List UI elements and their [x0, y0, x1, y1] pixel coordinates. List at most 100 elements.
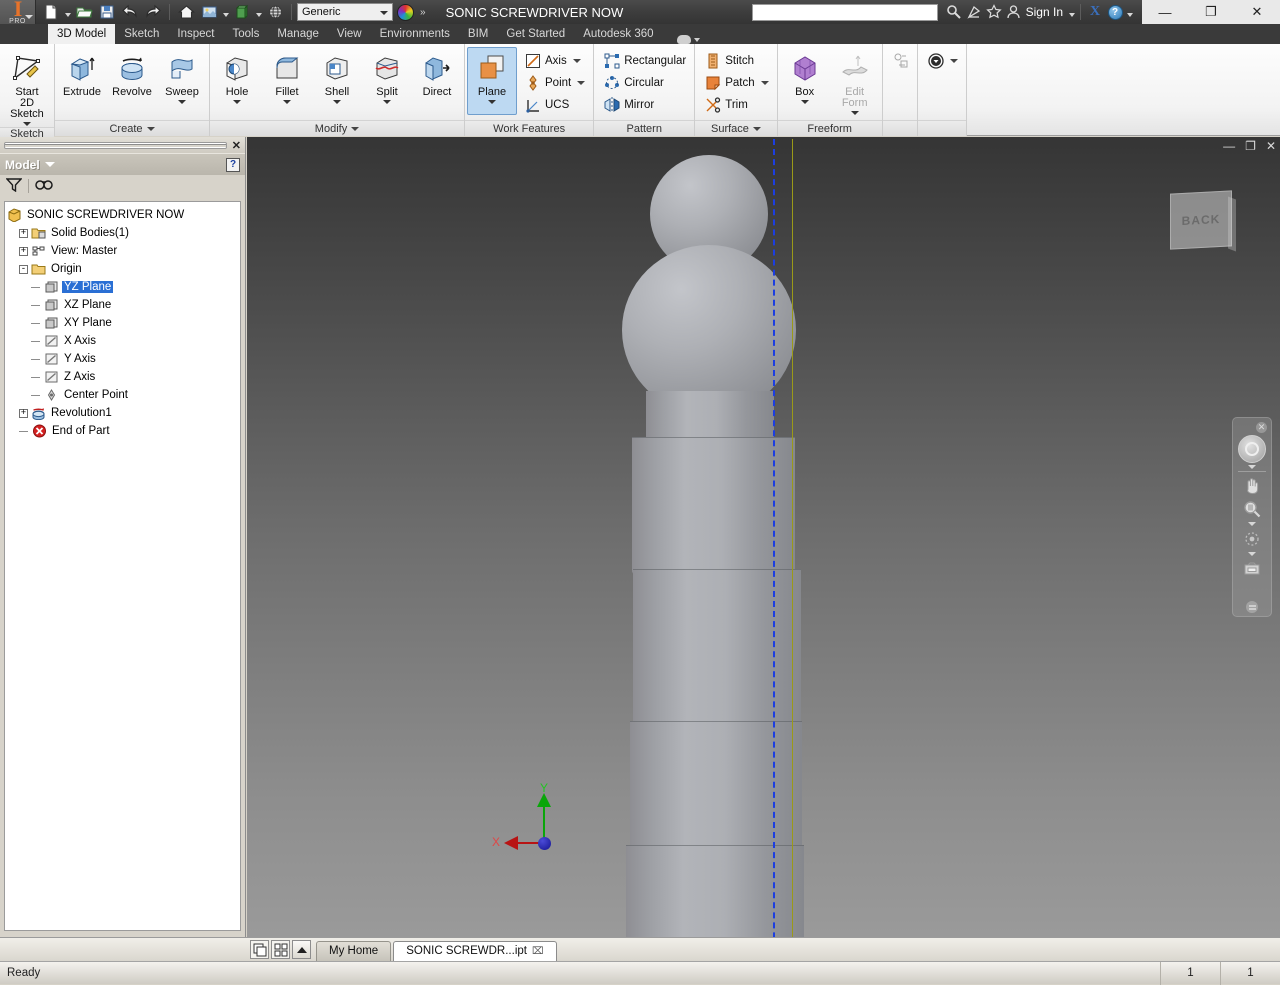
tree-item-revolution1[interactable]: + Revolution1 — [7, 404, 238, 422]
ribbon-button-mirror[interactable]: Mirror — [600, 94, 690, 116]
sign-in-chevron-icon[interactable] — [1067, 2, 1076, 23]
document-close-button[interactable]: ✕ — [1266, 139, 1276, 153]
sign-in-button[interactable]: Sign In — [1026, 5, 1063, 19]
home-icon[interactable] — [175, 2, 197, 23]
orbit-chevron-icon[interactable] — [1248, 552, 1256, 556]
ribbon-tab-3d-model[interactable]: 3D Model — [48, 24, 116, 44]
chevron-down-icon[interactable] — [850, 111, 859, 115]
close-icon[interactable]: ⌧ — [532, 946, 544, 957]
chevron-down-icon[interactable] — [800, 100, 809, 104]
filter-icon[interactable] — [5, 177, 23, 195]
appearance-icon[interactable] — [198, 2, 220, 23]
nav-menu-icon[interactable] — [1246, 601, 1258, 613]
user-avatar-icon[interactable] — [1004, 2, 1024, 22]
ribbon-tab-inspect[interactable]: Inspect — [168, 24, 223, 44]
chevron-down-icon[interactable] — [23, 122, 31, 126]
autodesk-exchange-icon[interactable]: X — [1085, 2, 1105, 22]
navbar-close-button[interactable]: ✕ — [1256, 422, 1267, 433]
new-file-icon[interactable] — [40, 2, 62, 23]
browser-help-button[interactable]: ? — [226, 157, 240, 172]
search-input[interactable] — [751, 3, 938, 21]
chevron-down-icon[interactable] — [283, 100, 291, 104]
chevron-down-icon[interactable] — [760, 81, 769, 85]
document-tab-sonic-screwdr-ipt[interactable]: SONIC SCREWDR...ipt ⌧ — [393, 940, 557, 961]
ribbon-button-fillet[interactable]: Fillet — [262, 47, 312, 115]
ribbon-button-hole[interactable]: Hole — [212, 47, 262, 115]
chevron-down-icon[interactable] — [752, 126, 761, 131]
zoom-magnifier-icon[interactable] — [1239, 498, 1265, 520]
ribbon-tab-sketch[interactable]: Sketch — [115, 24, 168, 44]
appearance-chevron-icon[interactable] — [221, 2, 230, 23]
model-tree[interactable]: SONIC SCREWDRIVER NOW + Solid Bodies(1) + Vi… — [4, 201, 241, 931]
find-icon[interactable] — [35, 178, 53, 195]
chevron-down-icon[interactable] — [380, 11, 388, 15]
chevron-down-icon[interactable] — [693, 37, 700, 42]
cascade-windows-icon[interactable] — [250, 940, 269, 959]
ribbon-button-sweep[interactable]: Sweep — [157, 47, 207, 115]
browser-close-button[interactable]: ✕ — [232, 139, 241, 152]
ribbon-button-ucs[interactable]: UCS — [521, 94, 589, 116]
tree-expander[interactable]: - — [19, 264, 28, 274]
tree-expander[interactable]: + — [19, 228, 28, 238]
window-close-button[interactable]: ✕ — [1234, 0, 1280, 24]
ribbon-button-axis[interactable]: Axis — [521, 50, 589, 72]
ribbon-button-shell[interactable]: Shell — [312, 47, 362, 115]
ribbon-tab-environments[interactable]: Environments — [371, 24, 459, 44]
ribbon-button-extrude[interactable]: Extrude — [57, 47, 107, 115]
ribbon-button-direct[interactable]: Direct — [412, 47, 462, 115]
ribbon-tab-get-started[interactable]: Get Started — [497, 24, 574, 44]
redo-arrow-icon[interactable] — [142, 2, 164, 23]
tree-item-x-axis[interactable]: X Axis — [7, 332, 238, 350]
ribbon-button-stitch[interactable]: Stitch — [701, 50, 772, 72]
search-icon[interactable] — [944, 2, 964, 22]
chevron-down-icon[interactable] — [233, 100, 241, 104]
ribbon-button-start-2d-sketch[interactable]: Start 2D Sketch — [2, 47, 52, 127]
material-chevron-icon[interactable] — [254, 2, 263, 23]
chevron-down-icon[interactable] — [333, 100, 341, 104]
document-tab-my-home[interactable]: My Home — [316, 940, 392, 961]
tree-item-y-axis[interactable]: Y Axis — [7, 350, 238, 368]
chevron-down-icon[interactable] — [949, 59, 958, 63]
chevron-down-icon[interactable] — [25, 14, 33, 19]
ribbon-button-box[interactable]: Box — [780, 47, 830, 115]
ribbon-tab-autodesk-360[interactable]: Autodesk 360 — [574, 24, 662, 44]
scroll-up-icon[interactable] — [292, 940, 311, 959]
tree-item-center-point[interactable]: Center Point — [7, 386, 238, 404]
chevron-down-icon[interactable] — [44, 162, 55, 167]
ribbon-button-trim[interactable]: Trim — [701, 94, 772, 116]
graphics-viewport[interactable]: — ❐ ✕ BACK ✕ Y X — [247, 137, 1280, 937]
ribbon-button-circular[interactable]: Circular — [600, 72, 690, 94]
ribbon-tab-manage[interactable]: Manage — [268, 24, 328, 44]
tree-item-origin[interactable]: - Origin — [7, 260, 238, 278]
ribbon-button-convert-icon[interactable] — [889, 50, 913, 72]
document-restore-button[interactable]: ❐ — [1245, 139, 1256, 153]
view-cube-front-face[interactable]: BACK — [1170, 190, 1232, 250]
ribbon-button-plane[interactable]: Plane — [467, 47, 517, 115]
chevron-down-icon[interactable] — [577, 81, 586, 85]
tile-windows-icon[interactable] — [271, 940, 290, 959]
chevron-down-icon[interactable] — [146, 126, 155, 131]
zoom-chevron-icon[interactable] — [1248, 522, 1256, 526]
pan-hand-icon[interactable] — [1239, 474, 1265, 496]
chevron-down-icon[interactable] — [488, 100, 496, 104]
tree-item-xy-plane[interactable]: XY Plane — [7, 314, 238, 332]
tree-item-end-of-part[interactable]: End of Part — [7, 422, 238, 440]
chevron-down-icon[interactable] — [383, 100, 391, 104]
ribbon-button-visibility-icon[interactable] — [924, 50, 962, 72]
open-folder-icon[interactable] — [73, 2, 95, 23]
tree-item-yz-plane[interactable]: YZ Plane — [7, 278, 238, 296]
color-wheel-icon[interactable] — [397, 3, 414, 21]
render-globe-icon[interactable] — [264, 2, 286, 23]
save-disk-icon[interactable] — [96, 2, 118, 23]
ribbon-tab-view[interactable]: View — [328, 24, 371, 44]
tree-item-sonic-screwdriver-now[interactable]: SONIC SCREWDRIVER NOW — [7, 206, 238, 224]
help-icon[interactable]: ? — [1105, 2, 1125, 22]
tree-expander[interactable]: + — [19, 246, 28, 256]
new-file-chevron-icon[interactable] — [63, 2, 72, 23]
chevron-down-icon[interactable] — [572, 59, 581, 63]
chevron-down-icon[interactable] — [351, 126, 360, 131]
steering-wheel-icon[interactable] — [1238, 435, 1266, 463]
look-at-icon[interactable] — [1239, 558, 1265, 580]
part-model-3d[interactable] — [608, 155, 858, 937]
tree-item-xz-plane[interactable]: XZ Plane — [7, 296, 238, 314]
